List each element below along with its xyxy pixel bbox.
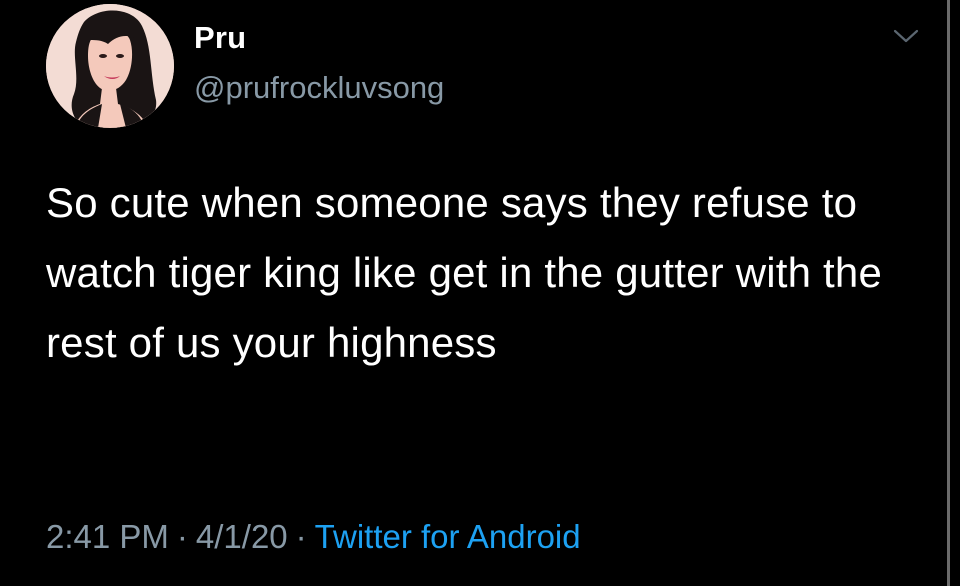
tweet-time[interactable]: 2:41 PM	[46, 518, 169, 555]
user-handle[interactable]: @prufrockluvsong	[194, 70, 444, 106]
chevron-down-icon	[893, 29, 919, 43]
tweet-card: Pru @prufrockluvsong So cute when someon…	[0, 0, 944, 586]
tweet-metadata: 2:41 PM · 4/1/20 · Twitter for Android	[46, 518, 581, 556]
scrollbar-track	[947, 0, 950, 586]
tweet-source-link[interactable]: Twitter for Android	[315, 518, 581, 555]
avatar[interactable]	[46, 4, 174, 128]
scrollbar[interactable]	[944, 0, 960, 586]
tweet-text: So cute when someone says they refuse to…	[46, 179, 883, 366]
meta-separator: ·	[295, 518, 307, 555]
tweet-menu-button[interactable]	[892, 26, 920, 46]
avatar-portrait-icon	[46, 4, 174, 128]
tweet-date[interactable]: 4/1/20	[196, 518, 288, 555]
display-name[interactable]: Pru	[194, 20, 246, 56]
meta-separator: ·	[176, 518, 188, 555]
